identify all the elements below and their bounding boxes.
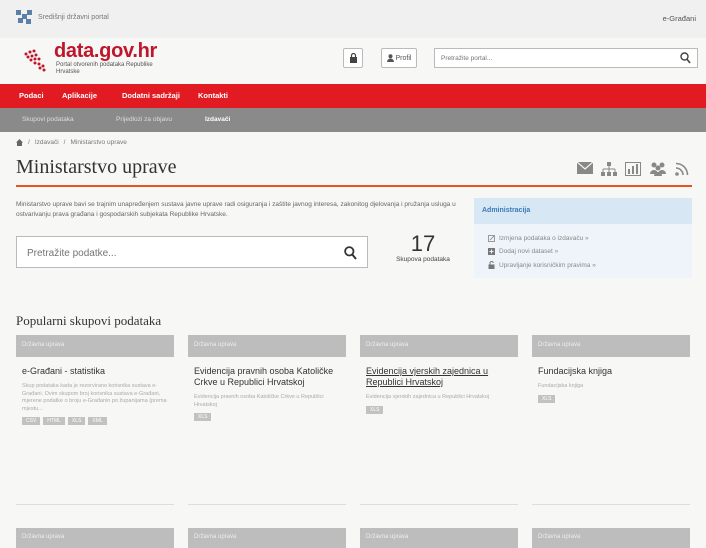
dataset-card[interactable]: Državna uprava: [188, 528, 346, 548]
edit-icon: [488, 235, 495, 242]
card-divider: [188, 504, 346, 505]
dataset-card[interactable]: Državna uprava: [16, 528, 174, 548]
portal-search-input[interactable]: [441, 52, 661, 64]
croatia-map-logo-icon: [24, 49, 46, 72]
dataset-search: [16, 236, 368, 268]
add-icon: [488, 248, 495, 255]
dataset-card-description: Fundacijska knjiga: [538, 383, 584, 389]
admin-panel-title: Administracija: [474, 198, 692, 224]
format-tag: CSV: [22, 417, 41, 425]
login-button[interactable]: [343, 48, 363, 68]
dataset-card-category: Državna uprava: [366, 534, 409, 540]
nav-item-podaci[interactable]: Podaci: [19, 91, 44, 100]
rss-icon[interactable]: [675, 162, 689, 176]
dataset-card[interactable]: Državna uprava: [360, 528, 518, 548]
format-tag: XLS: [67, 417, 86, 425]
page-title: Ministarstvo uprave: [16, 156, 177, 178]
gov-logo-icon: [16, 10, 32, 24]
subnav-item-skupovi[interactable]: Skupovi podataka: [22, 116, 74, 123]
dataset-card-category: Državna uprava: [16, 335, 174, 357]
portal-search: [434, 48, 698, 68]
dataset-card-description: Evidencija vjerskih zajednica u Republic…: [366, 394, 490, 400]
popular-datasets-heading: Popularni skupovi podataka: [16, 313, 162, 328]
admin-link-user-rights[interactable]: Upravljanje korisničkim pravima »: [488, 261, 596, 269]
lock-icon: [349, 53, 357, 63]
dataset-count-value: 17: [410, 231, 436, 256]
e-gradani-link[interactable]: e-Građani: [663, 14, 696, 23]
dataset-search-input[interactable]: [27, 246, 327, 260]
card-divider: [532, 504, 690, 505]
dataset-card-category: Državna uprava: [360, 335, 518, 357]
admin-panel: Administracija Izmjena podataka o izdava…: [474, 198, 692, 278]
admin-link-edit-publisher[interactable]: Izmjena podataka o izdavaču »: [488, 235, 589, 242]
users-icon[interactable]: [649, 162, 667, 176]
format-tag: XML: [88, 417, 107, 425]
subnav-item-prijedlozi[interactable]: Prijedlozi za objavu: [116, 116, 172, 123]
publisher-description: Ministarstvo uprave bavi se trajnim unap…: [16, 201, 456, 218]
dataset-card[interactable]: Državna uprava Fundacijska knjiga Fundac…: [532, 335, 690, 505]
dataset-card[interactable]: Državna uprava Evidencija vjerskih zajed…: [360, 335, 518, 505]
nav-item-aplikacije[interactable]: Aplikacije: [62, 91, 97, 100]
dataset-card-title[interactable]: e-Građani - statistika: [16, 357, 174, 377]
publisher-actions: [577, 162, 689, 176]
dataset-card-category: Državna uprava: [188, 335, 346, 357]
breadcrumb-izdavaci[interactable]: Izdavači: [35, 139, 59, 146]
email-icon[interactable]: [577, 162, 593, 174]
dataset-card-category: Državna uprava: [22, 534, 65, 540]
gov-bar: Središnji državni portal e-Građani: [0, 0, 706, 38]
card-divider: [16, 504, 174, 505]
site-header: data.gov.hr Portal otvorenih podataka Re…: [0, 38, 706, 84]
search-icon[interactable]: [344, 246, 357, 260]
subnav-item-izdavaci[interactable]: Izdavači: [205, 116, 230, 123]
nav-item-dodatni-sadrzaji[interactable]: Dodatni sadržaji: [122, 91, 180, 100]
sub-nav: Skupovi podataka Prijedlozi za objavu Iz…: [0, 108, 706, 132]
dataset-count: 17 Skupova podataka: [388, 231, 458, 264]
breadcrumb: / Izdavači / Ministarstvo uprave: [16, 139, 127, 146]
format-tag: XLS: [194, 413, 212, 421]
dataset-card-category: Državna uprava: [532, 335, 690, 357]
admin-link-add-dataset[interactable]: Dodaj novi dataset »: [488, 248, 558, 255]
profil-button[interactable]: Profil: [381, 48, 417, 68]
profil-label: Profil: [395, 54, 412, 62]
breadcrumb-current: Ministarstvo uprave: [70, 139, 127, 146]
site-logo-subtitle: Portal otvorenih podataka Republike Hrva…: [56, 62, 153, 75]
dataset-card-title[interactable]: Evidencija vjerskih zajednica u Republic…: [360, 357, 518, 388]
dataset-card-title[interactable]: Evidencija pravnih osoba Katoličke Crkve…: [188, 357, 346, 388]
nav-item-kontakti[interactable]: Kontakti: [198, 91, 228, 100]
dataset-card-title[interactable]: Fundacijska knjiga: [532, 357, 690, 377]
main-nav: Podaci Aplikacije Dodatni sadržaji Konta…: [0, 84, 706, 108]
dataset-card[interactable]: Državna uprava Evidencija pravnih osoba …: [188, 335, 346, 505]
dataset-card-description: Skup podataka kada je rezervirano korisn…: [22, 383, 167, 412]
title-divider: [16, 185, 692, 187]
gov-portal-link[interactable]: Središnji državni portal: [38, 14, 109, 21]
unlock-icon: [488, 261, 495, 269]
dataset-card-category: Državna uprava: [538, 534, 581, 540]
dataset-card-category: Državna uprava: [194, 534, 237, 540]
chart-icon[interactable]: [625, 162, 641, 176]
format-tag: XLS: [538, 394, 556, 403]
card-divider: [360, 504, 518, 505]
home-icon[interactable]: [16, 139, 23, 146]
dataset-card[interactable]: Državna uprava e-Građani - statistika Sk…: [16, 335, 174, 505]
sitemap-icon[interactable]: [601, 162, 617, 176]
dataset-count-label: Skupova podataka: [396, 256, 450, 263]
user-icon: [386, 54, 394, 62]
site-logo-title[interactable]: data.gov.hr: [54, 40, 157, 63]
format-tag: HTML: [43, 417, 65, 425]
search-icon[interactable]: [680, 52, 691, 64]
format-tag: XLS: [366, 405, 384, 414]
dataset-card[interactable]: Državna uprava: [532, 528, 690, 548]
dataset-card-description: Evidencija pravnih osoba Katoličke Crkve…: [194, 394, 324, 408]
